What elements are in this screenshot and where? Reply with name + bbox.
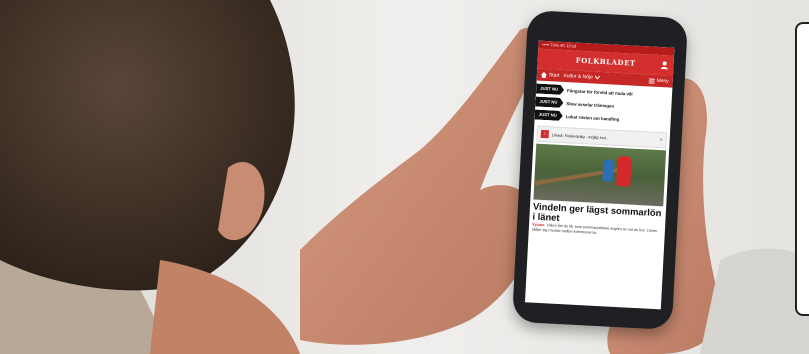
menu-button[interactable]: Meny: [648, 74, 669, 87]
article-place: Vyuser.: [531, 222, 546, 228]
category-tab[interactable]: Kultur & Nöje: [563, 70, 600, 84]
article-photo[interactable]: [533, 143, 667, 207]
close-icon[interactable]: ×: [660, 137, 663, 143]
ticker-text: Slow avselar träningen: [566, 100, 615, 109]
login-button[interactable]: [659, 60, 670, 71]
side-device-edge: [795, 22, 809, 316]
user-icon: [660, 61, 668, 70]
background-photo: [0, 0, 809, 354]
menu-label: Meny: [656, 77, 669, 85]
smartphone: ••••• Telia 4G 13:18 FOLKBLADET Start Ku…: [511, 10, 689, 330]
alert-text: Umeå: Fiskevänlig - möjlig insl...: [551, 131, 610, 140]
ticker-tag: JUST NU: [535, 97, 563, 108]
photo-person-blue: [602, 159, 614, 182]
ticker-tag: JUST NU: [536, 84, 564, 95]
home-icon: [540, 71, 547, 79]
chevron-down-icon: [594, 75, 600, 80]
masthead-title: FOLKBLADET: [575, 55, 636, 68]
alert-icon: !: [540, 129, 550, 139]
photo-person-red: [616, 155, 632, 187]
ticker-tag: JUST NU: [535, 110, 563, 121]
home-label: Start: [548, 72, 560, 79]
scene: ••••• Telia 4G 13:18 FOLKBLADET Start Ku…: [0, 0, 809, 354]
hamburger-icon: [648, 77, 655, 84]
ticker-text: Lokat rösten om handling: [565, 113, 620, 122]
phone-screen: ••••• Telia 4G 13:18 FOLKBLADET Start Ku…: [524, 40, 675, 310]
ticker-text: Fångstar för förvild att mula vill: [566, 87, 633, 97]
category-label: Kultur & Nöje: [563, 72, 594, 81]
home-tab[interactable]: Start: [540, 69, 560, 82]
